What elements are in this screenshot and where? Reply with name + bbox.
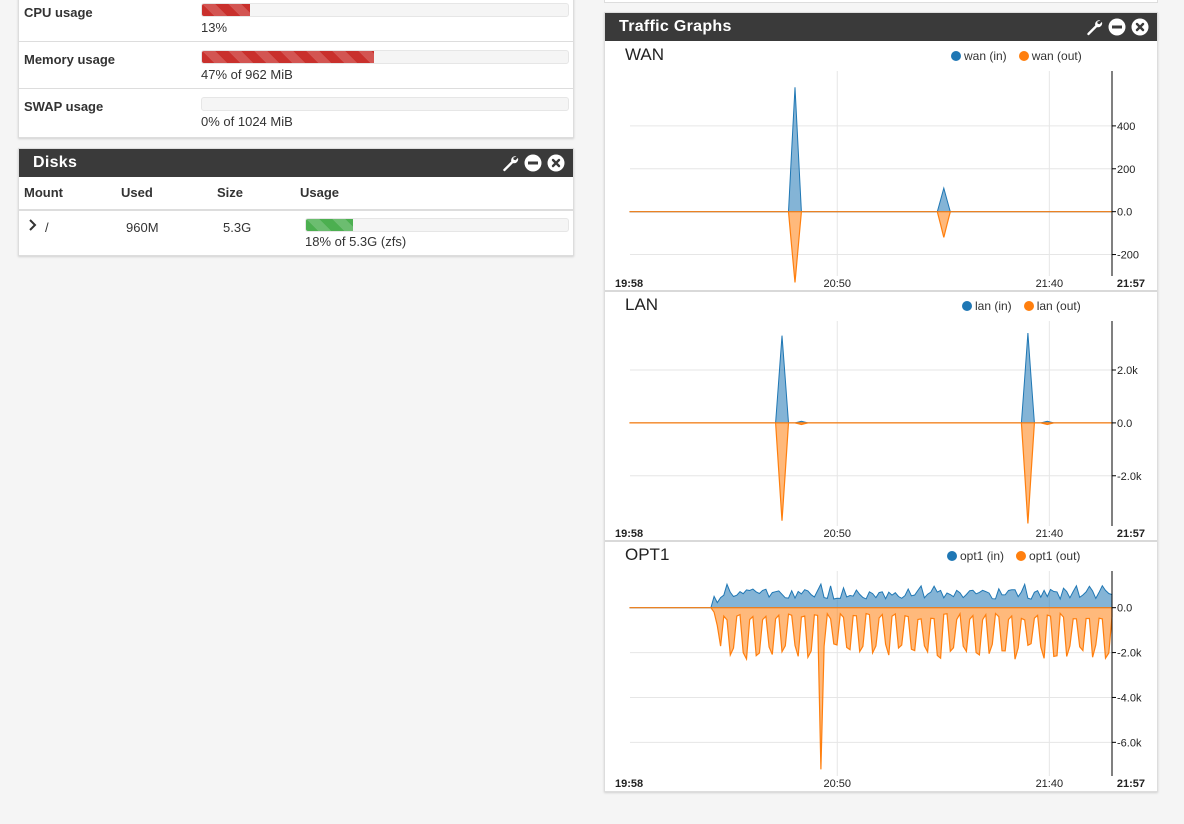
wan-legend: wan (in) wan (out) xyxy=(939,49,1082,63)
lan-graph: 2.0k 0.0 -2.0k 19:58 20:50 21:40 21:57 LAN lan… xyxy=(605,291,1157,541)
wan-in-series xyxy=(629,87,1113,213)
minimize-icon[interactable] xyxy=(524,154,542,172)
close-icon[interactable] xyxy=(1131,18,1149,36)
disks-panel-title: Disks xyxy=(33,154,78,171)
close-icon[interactable] xyxy=(547,154,565,172)
table-row[interactable]: / 960M 5.3G 18% of 5.3G (zfs) xyxy=(19,211,573,255)
swap-usage-bar xyxy=(201,97,569,111)
traffic-graphs-title: Traffic Graphs xyxy=(619,18,732,35)
lan-graph-title: LAN xyxy=(625,295,659,314)
lan-y-tick-label: 2.0k xyxy=(1117,365,1138,377)
disk-usage-value: 18% of 5.3G (zfs) xyxy=(305,234,407,249)
memory-usage-label: Memory usage xyxy=(24,52,116,67)
memory-usage-bar-fill xyxy=(202,51,375,63)
disk-usage-bar xyxy=(305,218,569,232)
traffic-graphs-panel: Traffic Graphs 400 200 0.0 -200 19:58 20:50 21… xyxy=(604,12,1158,792)
cpu-usage-value: 13% xyxy=(201,20,228,35)
opt1-chart: 0.0 -2.0k -4.0k -6.0k 19:58 20:50 21:40 21:57 xyxy=(615,571,1145,790)
legend-opt1-out[interactable]: opt1 (out) xyxy=(1016,549,1080,563)
wan-y-tick-label: 200 xyxy=(1117,164,1135,176)
lan-y-tick-label: 0.0 xyxy=(1117,418,1132,430)
cpu-usage-bar-fill xyxy=(202,4,250,16)
opt1-x-tick-label: 21:40 xyxy=(1036,778,1064,790)
disk-mount: / xyxy=(45,220,49,235)
disk-usage-bar-fill xyxy=(306,219,354,231)
disk-size: 5.3G xyxy=(223,220,252,235)
opt1-y-tick-label: 0.0 xyxy=(1117,603,1132,615)
disks-panel-heading: Disks xyxy=(19,149,573,177)
legend-lan-out[interactable]: lan (out) xyxy=(1023,299,1081,313)
opt1-graph-title: OPT1 xyxy=(625,545,670,564)
wan-y-tick-label: 400 xyxy=(1117,121,1135,133)
column-used: Used xyxy=(121,185,153,200)
memory-usage-value: 47% of 962 MiB xyxy=(201,67,293,82)
opt1-x-tick-label: 20:50 xyxy=(823,778,851,790)
wan-graph: 400 200 0.0 -200 19:58 20:50 21:40 21:57 WAN wa… xyxy=(605,41,1157,291)
swap-usage-row: SWAP usage 0% of 1024 MiB xyxy=(19,89,573,135)
column-mount: Mount xyxy=(24,185,63,200)
lan-x-tick-label: 20:50 xyxy=(823,528,851,540)
opt1-y-tick-label: -2.0k xyxy=(1117,648,1142,660)
opt1-y-tick-label: -6.0k xyxy=(1117,737,1142,749)
lan-x-tick-label: 21:40 xyxy=(1036,528,1064,540)
wan-x-tick-label: 21:40 xyxy=(1036,278,1064,290)
lan-in-series xyxy=(629,332,1113,424)
wan-chart: 400 200 0.0 -200 19:58 20:50 21:40 21:57 xyxy=(615,71,1145,290)
legend-lan-in[interactable]: lan (in) xyxy=(962,299,1012,313)
wrench-icon[interactable] xyxy=(1085,18,1103,36)
wan-out-series xyxy=(629,211,1113,283)
memory-usage-bar xyxy=(201,50,569,64)
opt1-out-series xyxy=(629,607,1113,770)
lan-y-tick-label: -2.0k xyxy=(1117,471,1142,483)
legend-wan-out[interactable]: wan (out) xyxy=(1018,49,1082,63)
opt1-in-series xyxy=(629,582,1113,609)
wan-x-tick-label: 20:50 xyxy=(823,278,851,290)
system-information-panel: CPU usage 13% Memory usage 47% of 962 Mi… xyxy=(18,0,574,138)
wrench-icon[interactable] xyxy=(501,154,519,172)
minimize-icon[interactable] xyxy=(1108,18,1126,36)
lan-x-tick-label: 21:57 xyxy=(1117,528,1145,540)
lan-out-series xyxy=(629,422,1113,524)
column-size: Size xyxy=(217,185,244,200)
cpu-usage-row: CPU usage 13% xyxy=(19,0,573,42)
memory-usage-row: Memory usage 47% of 962 MiB xyxy=(19,42,573,89)
cpu-usage-label: CPU usage xyxy=(24,5,93,20)
swap-usage-label: SWAP usage xyxy=(24,99,104,114)
lan-chart: 2.0k 0.0 -2.0k 19:58 20:50 21:40 21:57 xyxy=(615,321,1145,540)
opt1-x-tick-label: 19:58 xyxy=(615,778,643,790)
wan-y-tick-label: -200 xyxy=(1117,250,1139,262)
lan-legend: lan (in) lan (out) xyxy=(950,299,1081,313)
disk-used: 960M xyxy=(126,220,159,235)
legend-wan-in[interactable]: wan (in) xyxy=(951,49,1007,63)
chevron-right-icon[interactable] xyxy=(27,218,39,235)
disks-panel: Disks Mount Used Size Usage / 960M 5.3G … xyxy=(18,148,574,256)
lan-x-tick-label: 19:58 xyxy=(615,528,643,540)
column-usage: Usage xyxy=(300,185,340,200)
legend-opt1-in[interactable]: opt1 (in) xyxy=(947,549,1004,563)
previous-panel-edge xyxy=(604,0,1158,3)
swap-usage-value: 0% of 1024 MiB xyxy=(201,114,293,129)
traffic-graphs-heading: Traffic Graphs xyxy=(605,13,1157,41)
wan-x-tick-label: 19:58 xyxy=(615,278,643,290)
cpu-usage-bar xyxy=(201,3,569,17)
disks-table-header: Mount Used Size Usage xyxy=(19,177,573,211)
opt1-x-tick-label: 21:57 xyxy=(1117,778,1145,790)
wan-y-tick-label: 0.0 xyxy=(1117,207,1132,219)
opt1-graph: 0.0 -2.0k -4.0k -6.0k 19:58 20:50 21:40 21:57 O… xyxy=(605,541,1157,791)
wan-graph-title: WAN xyxy=(625,45,665,64)
wan-x-tick-label: 21:57 xyxy=(1117,278,1145,290)
opt1-y-tick-label: -4.0k xyxy=(1117,692,1142,704)
opt1-legend: opt1 (in) opt1 (out) xyxy=(935,549,1080,563)
